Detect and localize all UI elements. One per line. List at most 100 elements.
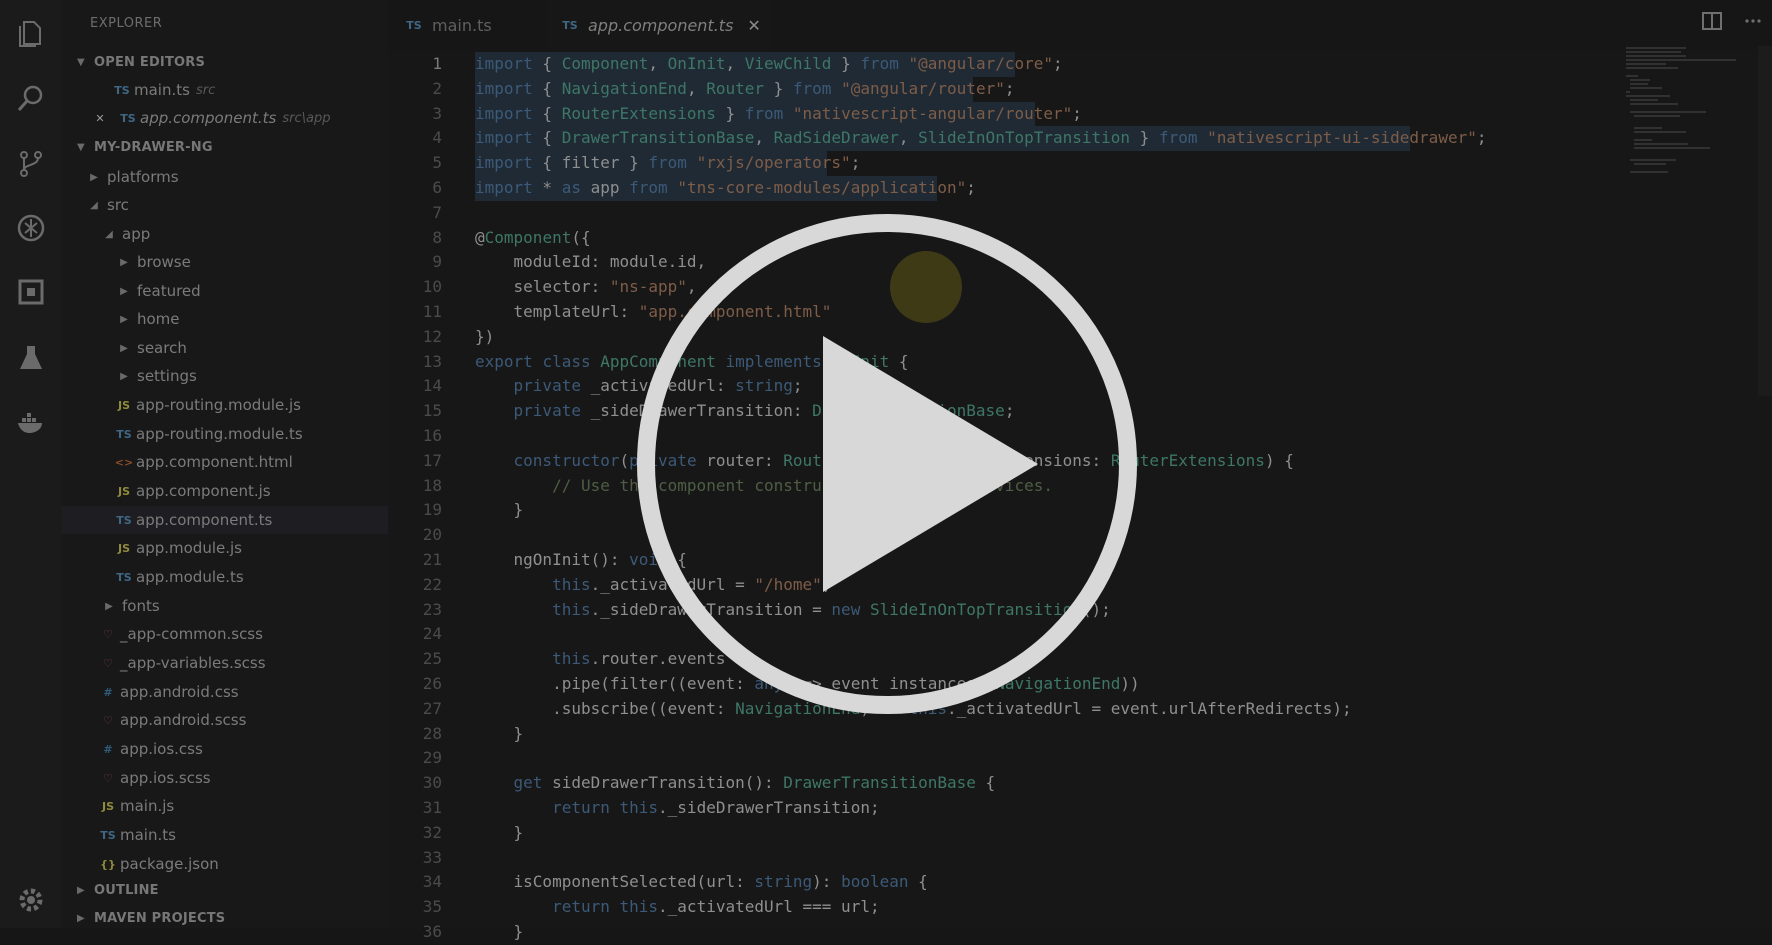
tree-file[interactable]: # app.ios.css bbox=[62, 735, 424, 763]
tree-file[interactable]: ♡ _app-common.scss bbox=[62, 620, 424, 648]
activity-bar bbox=[0, 0, 62, 928]
tree-label: app.android.css bbox=[120, 683, 239, 701]
search-icon[interactable] bbox=[15, 82, 47, 114]
typescript-file-icon: TS bbox=[114, 83, 130, 97]
tree-file[interactable]: JS app.module.js bbox=[62, 534, 440, 562]
split-editor-icon[interactable] bbox=[1702, 12, 1722, 35]
open-editor-item[interactable]: TS main.ts src bbox=[62, 76, 438, 104]
vertical-scrollbar[interactable] bbox=[1758, 46, 1772, 396]
outline-label: OUTLINE bbox=[94, 882, 159, 898]
tree-file[interactable]: JS app-routing.module.js bbox=[62, 391, 440, 419]
code-line[interactable]: return this._sideDrawerTransition; bbox=[475, 796, 880, 821]
line-number: 33 bbox=[422, 847, 442, 867]
test-flask-icon[interactable] bbox=[15, 342, 47, 374]
code-line[interactable]: } bbox=[475, 920, 524, 945]
tab-main-ts[interactable]: TS main.ts bbox=[404, 0, 544, 50]
maven-projects-label: MAVEN PROJECTS bbox=[94, 910, 226, 926]
open-editors-label: OPEN EDITORS bbox=[94, 54, 206, 70]
minimap[interactable] bbox=[1626, 46, 1758, 176]
code-line[interactable]: } bbox=[475, 498, 524, 523]
project-header[interactable]: ▼ MY-DRAWER-NG bbox=[62, 133, 400, 161]
tree-file[interactable]: <> app.component.html bbox=[62, 448, 440, 476]
settings-gear-icon[interactable] bbox=[15, 884, 47, 916]
chevron-right-icon: ▶ bbox=[120, 342, 128, 354]
source-control-icon[interactable] bbox=[15, 148, 47, 180]
tree-file[interactable]: TS app.module.ts bbox=[62, 563, 440, 591]
open-editors-header[interactable]: ▼ OPEN EDITORS bbox=[62, 48, 400, 76]
code-line[interactable]: import { RouterExtensions } from "native… bbox=[475, 102, 1082, 127]
tree-file[interactable]: JS app.component.js bbox=[62, 477, 440, 505]
project-label: MY-DRAWER-NG bbox=[94, 139, 213, 155]
typescript-file-icon: TS bbox=[120, 111, 136, 125]
tree-folder[interactable]: ▶ home bbox=[62, 305, 443, 333]
code-line[interactable]: return this._activatedUrl === url; bbox=[475, 895, 880, 920]
line-number: 17 bbox=[422, 450, 442, 470]
tree-folder[interactable]: ▶ fonts bbox=[62, 592, 428, 620]
explorer-icon[interactable] bbox=[15, 18, 47, 50]
chevron-right-icon: ▶ bbox=[90, 171, 98, 183]
debug-icon[interactable] bbox=[15, 212, 47, 244]
line-number: 14 bbox=[422, 376, 442, 396]
chevron-right-icon: ▶ bbox=[77, 884, 85, 896]
open-editor-path: src bbox=[195, 82, 216, 98]
tree-folder[interactable]: ◢ src bbox=[62, 191, 413, 219]
code-line[interactable]: } bbox=[475, 722, 524, 747]
open-editor-item-active[interactable]: ✕ TS app.component.ts src\app bbox=[62, 104, 416, 132]
play-button-icon[interactable] bbox=[636, 213, 1138, 715]
line-number: 11 bbox=[422, 302, 442, 321]
line-number: 16 bbox=[422, 426, 442, 445]
tree-folder[interactable]: ▶ browse bbox=[62, 248, 443, 276]
tree-folder[interactable]: ◢ app bbox=[62, 220, 428, 248]
tree-file[interactable]: JS main.js bbox=[62, 792, 424, 820]
javascript-file-icon: JS bbox=[117, 398, 130, 412]
code-line[interactable]: @Component({ bbox=[475, 226, 591, 251]
tree-folder[interactable]: ▶ featured bbox=[62, 277, 443, 305]
tree-file[interactable]: ♡ app.ios.scss bbox=[62, 764, 424, 792]
sass-file-icon: ♡ bbox=[103, 656, 113, 670]
code-line[interactable]: import { filter } from "rxjs/operators"; bbox=[475, 151, 860, 176]
code-line[interactable]: import { Component, OnInit, ViewChild } … bbox=[475, 52, 1063, 77]
code-line[interactable]: import * as app from "tns-core-modules/a… bbox=[475, 176, 976, 201]
code-line[interactable]: import { NavigationEnd, Router } from "@… bbox=[475, 77, 1014, 102]
sass-file-icon: ♡ bbox=[103, 713, 113, 727]
tree-folder[interactable]: ▶ platforms bbox=[62, 163, 413, 191]
code-line[interactable]: isComponentSelected(url: string): boolea… bbox=[475, 870, 928, 895]
code-line[interactable]: } bbox=[475, 821, 524, 846]
close-icon[interactable]: ✕ bbox=[747, 16, 760, 35]
tab-app-component-ts[interactable]: TS app.component.ts ✕ bbox=[546, 0, 770, 50]
close-icon[interactable]: ✕ bbox=[90, 112, 110, 125]
tree-label: fonts bbox=[122, 597, 160, 615]
tree-label: package.json bbox=[120, 855, 219, 873]
tree-file[interactable]: # app.android.css bbox=[62, 678, 424, 706]
open-editor-path: src\app bbox=[282, 110, 331, 126]
tree-file[interactable]: ♡ app.android.scss bbox=[62, 706, 424, 734]
chevron-right-icon: ▶ bbox=[120, 370, 128, 382]
line-number: 22 bbox=[422, 574, 442, 594]
explorer-sidebar: EXPLORER ▼ OPEN EDITORS TS main.ts src ✕… bbox=[62, 0, 440, 928]
tree-folder[interactable]: ▶ settings bbox=[62, 362, 443, 390]
tree-file[interactable]: {} package.json bbox=[62, 850, 424, 878]
tree-file[interactable]: TS app-routing.module.ts bbox=[62, 420, 440, 448]
line-number: 1 bbox=[432, 54, 442, 73]
code-line[interactable]: import { DrawerTransitionBase, RadSideDr… bbox=[475, 126, 1486, 151]
tree-file[interactable]: TS main.ts bbox=[62, 821, 424, 849]
sass-file-icon: ♡ bbox=[103, 627, 113, 641]
tree-file-selected[interactable]: TS app.component.ts bbox=[62, 506, 440, 534]
tree-label: main.ts bbox=[120, 826, 176, 844]
code-line[interactable]: }) bbox=[475, 325, 494, 350]
tree-label: platforms bbox=[107, 168, 179, 186]
more-actions-icon[interactable] bbox=[1744, 12, 1762, 35]
line-number: 25 bbox=[422, 649, 442, 669]
tree-label: main.js bbox=[120, 797, 175, 815]
docker-icon[interactable] bbox=[15, 406, 47, 438]
line-number: 4 bbox=[432, 128, 442, 148]
tree-label: app.ios.scss bbox=[120, 769, 211, 787]
javascript-file-icon: JS bbox=[117, 484, 130, 498]
outline-header[interactable]: ▶ OUTLINE bbox=[62, 876, 400, 904]
line-number: 28 bbox=[422, 723, 442, 743]
extensions-icon[interactable] bbox=[15, 276, 47, 308]
chevron-down-icon: ◢ bbox=[105, 228, 113, 240]
tree-folder[interactable]: ▶ search bbox=[62, 334, 443, 362]
code-line[interactable]: get sideDrawerTransition(): DrawerTransi… bbox=[475, 771, 996, 796]
tree-file[interactable]: ♡ _app-variables.scss bbox=[62, 649, 424, 677]
